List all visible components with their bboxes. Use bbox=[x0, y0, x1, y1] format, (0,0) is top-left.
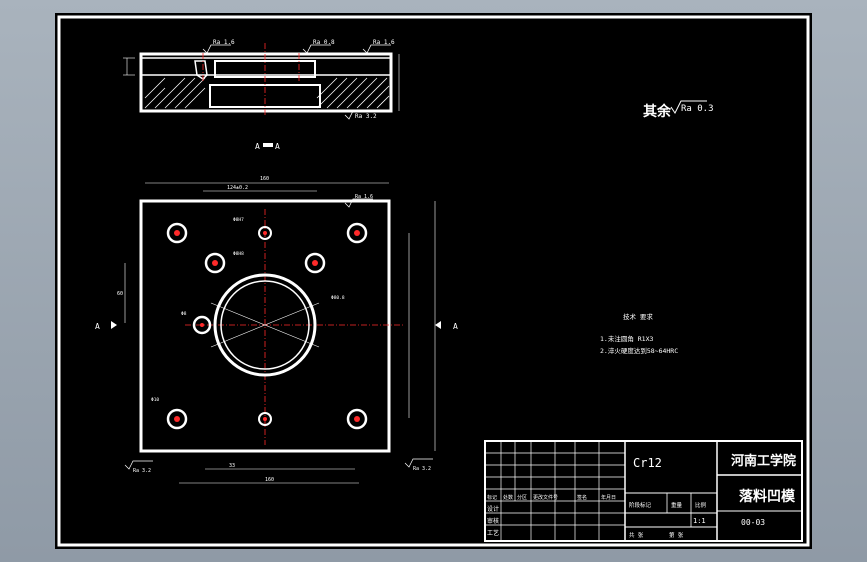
role-row: 设计 bbox=[487, 505, 499, 513]
stage-label: 阶段标记 bbox=[629, 501, 652, 509]
roughness-label: Ra 1.6 bbox=[213, 39, 235, 46]
ratio-label: 比例 bbox=[695, 501, 707, 509]
title-block: 标记 处数 分区 更改文件号 签名 年月日 设计 审核 工艺 Cr12 河南工学… bbox=[484, 440, 803, 542]
header-cell: 更改文件号 bbox=[533, 494, 558, 501]
hole-label: Φ8H8 bbox=[233, 251, 244, 257]
sheet-label: 第 张 bbox=[669, 531, 684, 539]
remaining-roughness-value: Ra 0.3 bbox=[681, 104, 714, 114]
tech-req-title: 技术 要求 bbox=[623, 312, 653, 321]
hole-label: Φ10 bbox=[151, 397, 159, 403]
technical-requirements: 技术 要求 1.未注圆角 R1X3 2.淬火硬度达到58~64HRC bbox=[600, 312, 678, 355]
roughness-label: Ra 3.2 bbox=[133, 468, 151, 474]
scale-value: 1:1 bbox=[693, 517, 706, 525]
drawing-number: 00-03 bbox=[741, 518, 765, 527]
sheet-label: 共 张 bbox=[629, 531, 644, 539]
header-cell: 分区 bbox=[517, 494, 527, 501]
dimension-label: 60 bbox=[117, 291, 123, 297]
hole-label: Φ8H7 bbox=[233, 217, 244, 223]
dimension-label: 160 bbox=[265, 477, 274, 483]
tech-req-item: 1.未注圆角 R1X3 bbox=[600, 334, 653, 343]
dimension-label: 33 bbox=[229, 463, 235, 469]
section-label: A bbox=[95, 322, 100, 331]
dimension-label: 160 bbox=[260, 176, 269, 182]
material-text: Cr12 bbox=[633, 456, 662, 470]
header-cell: 处数 bbox=[503, 494, 513, 501]
roughness-label: Ra 0.8 bbox=[313, 39, 335, 46]
remaining-roughness-label: 其余 bbox=[643, 103, 672, 120]
section-view: Ra 1.6 Ra 0.8 Ra 1.6 Ra 3.2 bbox=[123, 39, 400, 120]
outer-border bbox=[57, 15, 810, 547]
section-label: A bbox=[453, 322, 458, 331]
cad-drawing: Ra 1.6 Ra 0.8 Ra 1.6 Ra 3.2 A A 其余 Ra 0.… bbox=[57, 15, 810, 547]
tech-req-item: 2.淬火硬度达到58~64HRC bbox=[600, 346, 678, 355]
drawing-viewport[interactable]: Ra 1.6 Ra 0.8 Ra 1.6 Ra 3.2 A A 其余 Ra 0.… bbox=[55, 13, 812, 549]
dimension-label: 124±0.2 bbox=[227, 185, 248, 191]
role-row: 审核 bbox=[487, 517, 499, 525]
weight-label: 重量 bbox=[671, 501, 683, 509]
roughness-label: Ra 3.2 bbox=[355, 113, 377, 120]
header-cell: 标记 bbox=[487, 494, 497, 501]
section-marker-bar bbox=[263, 143, 273, 147]
roughness-label: Ra 1.6 bbox=[355, 194, 373, 200]
section-label: A bbox=[255, 142, 260, 151]
hole-label: Φ80.8 bbox=[331, 295, 345, 301]
section-label: A bbox=[275, 142, 280, 151]
roughness-label: Ra 1.6 bbox=[373, 39, 395, 46]
role-row: 工艺 bbox=[487, 529, 499, 537]
part-name: 落料凹模 bbox=[739, 488, 796, 505]
hole-label: Φ8 bbox=[181, 311, 187, 317]
header-cell: 签名 bbox=[577, 494, 587, 501]
header-cell: 年月日 bbox=[601, 494, 616, 501]
roughness-label: Ra 3.2 bbox=[413, 466, 431, 472]
plan-view: 160 124±0.2 160 33 60 Φ8H7 Φ8H8 Φ8 Φ80.8… bbox=[95, 176, 458, 484]
school-name: 河南工学院 bbox=[731, 453, 796, 469]
